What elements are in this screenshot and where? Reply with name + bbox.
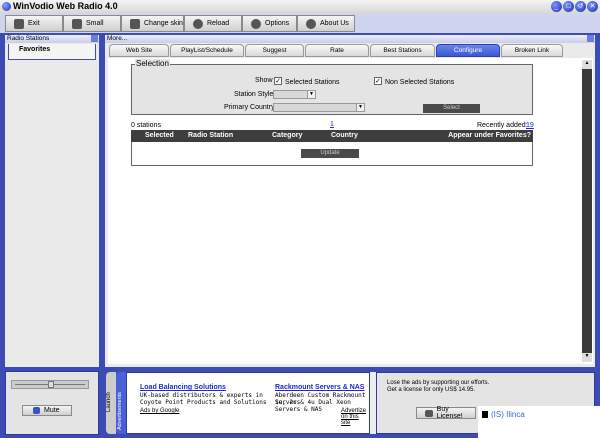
table-body: Update — [131, 142, 533, 166]
options-button[interactable]: Options — [242, 15, 297, 32]
col-country: Country — [331, 132, 358, 139]
recently-added-link[interactable]: 19 — [526, 122, 534, 129]
station-style-label: Station Style — [234, 91, 274, 98]
buy-license-button[interactable]: Buy License! — [416, 406, 476, 420]
speaker-icon — [33, 407, 40, 414]
col-appear-favorites: Appear under Favorites? — [448, 132, 531, 139]
reload-label: Reload — [207, 20, 230, 27]
options-icon — [251, 18, 261, 29]
watermark-text: (IS) Ilinca — [491, 410, 525, 419]
mute-button[interactable]: Mute — [22, 405, 72, 416]
tab-suggest[interactable]: Suggest — [245, 44, 304, 57]
ad-text: UK-based distributors & experts in — [140, 392, 263, 399]
change-skin-label: Change skin — [144, 20, 183, 27]
panel-title: More... — [107, 35, 128, 42]
change-skin-button[interactable]: Change skin — [121, 15, 184, 32]
maximize-button[interactable]: □ — [563, 1, 574, 12]
about-icon — [306, 18, 316, 29]
panel-title: Radio Stations — [7, 35, 50, 42]
ad-text: Coyote Point Products and Solutions — [140, 399, 267, 406]
small-label: Small — [86, 20, 104, 27]
tab-configure[interactable]: Configure — [436, 44, 500, 57]
scroll-down-icon[interactable]: ▼ — [582, 353, 592, 362]
reload-icon — [193, 18, 203, 29]
tab-best-stations[interactable]: Best Stations — [370, 44, 435, 57]
ad-link-load-balancing[interactable]: Load Balancing Solutions — [140, 384, 226, 391]
ads-panel: Load Balancing Solutions UK-based distri… — [126, 372, 370, 434]
tab-web-site[interactable]: Web Site — [109, 44, 169, 57]
non-selected-stations-label: Non Selected Stations — [385, 79, 455, 86]
reload-button[interactable]: Reload — [184, 15, 242, 32]
tab-playlist-schedule[interactable]: PlayList/Schedule — [170, 44, 244, 57]
table-header: Selected Radio Station Category Country … — [131, 130, 533, 142]
exit-button[interactable]: Exit — [5, 15, 63, 32]
primary-country-select[interactable]: ▼ — [273, 103, 365, 112]
mute-label: Mute — [44, 407, 60, 414]
launch-tab[interactable]: Launch — [106, 372, 116, 434]
toolbar: Exit Small Change skin Reload Options Ab… — [0, 14, 600, 33]
watermark: (IS) Ilinca — [478, 406, 600, 438]
selection-group: Selection Show ✓ Selected Stations ✓ Non… — [131, 59, 533, 115]
more-header: More... — [105, 35, 595, 43]
skin-icon — [130, 18, 140, 29]
favorites-item[interactable]: Favorites — [8, 44, 96, 60]
advertisements-tab-label: Advertisements — [117, 392, 123, 430]
station-style-select[interactable]: ▼ — [273, 90, 316, 99]
station-count: 0 stations — [131, 122, 161, 129]
minimize-button[interactable]: _ — [551, 1, 562, 12]
selected-stations-label: Selected Stations — [285, 79, 340, 86]
pin-icon[interactable] — [91, 35, 98, 42]
launch-tab-label: Launch — [106, 392, 112, 412]
about-us-button[interactable]: About Us — [297, 15, 355, 32]
small-icon — [72, 18, 82, 29]
show-label: Show — [255, 77, 273, 84]
watermark-icon — [482, 411, 488, 418]
update-button[interactable]: Update — [301, 149, 359, 158]
vertical-scrollbar[interactable]: ▲ ▼ — [582, 60, 592, 362]
close-button[interactable]: ✕ — [587, 1, 598, 12]
options-label: Options — [265, 20, 290, 27]
exit-icon — [14, 18, 24, 29]
col-selected: Selected — [145, 132, 174, 139]
cart-icon — [425, 409, 433, 417]
buy-license-label: Buy License! — [436, 406, 463, 420]
tab-broken-link[interactable]: Broken Link — [501, 44, 563, 57]
tab-rate[interactable]: Rate — [305, 44, 369, 57]
license-price: Get a license for only US$ 14.95. — [387, 387, 476, 393]
ad-link-rackmount[interactable]: Rackmount Servers & NAS — [275, 384, 364, 391]
scroll-up-icon[interactable]: ▲ — [582, 60, 592, 69]
col-category: Category — [272, 132, 303, 139]
ads-by-google-link[interactable]: Ads by Google — [140, 408, 179, 414]
about-us-label: About Us — [320, 20, 349, 27]
player-panel: Mute — [5, 371, 99, 435]
volume-thumb[interactable] — [48, 381, 54, 388]
advertisements-tab[interactable]: Advertisements — [116, 372, 126, 434]
title-bar: WinVodio Web Radio 4.0 _ □ ↺ ✕ — [0, 0, 600, 14]
app-icon — [2, 2, 11, 11]
small-button[interactable]: Small — [63, 15, 121, 32]
recently-added-label: Recently added: — [477, 122, 528, 129]
window-title: WinVodio Web Radio 4.0 — [13, 1, 118, 11]
selected-stations-checkbox[interactable]: ✓ — [274, 77, 282, 85]
chevron-down-icon: ▼ — [307, 91, 315, 98]
non-selected-stations-checkbox[interactable]: ✓ — [374, 77, 382, 85]
pin-icon[interactable] — [587, 35, 594, 42]
restore-button[interactable]: ↺ — [575, 1, 586, 12]
select-button[interactable]: Select — [423, 104, 480, 113]
selection-legend: Selection — [135, 59, 170, 68]
advertise-link[interactable]: Advertize on this site — [341, 408, 369, 426]
col-radio-station: Radio Station — [188, 132, 234, 139]
radio-stations-panel: Radio Stations Favorites — [5, 35, 99, 367]
exit-label: Exit — [28, 20, 40, 27]
volume-slider[interactable] — [11, 380, 89, 389]
primary-country-label: Primary Country — [224, 104, 275, 111]
license-text: Lose the ads by supporting our efforts. — [387, 380, 490, 386]
radio-stations-header: Radio Stations — [5, 35, 99, 43]
page-link[interactable]: 1 — [330, 121, 334, 128]
chevron-down-icon: ▼ — [356, 104, 364, 111]
